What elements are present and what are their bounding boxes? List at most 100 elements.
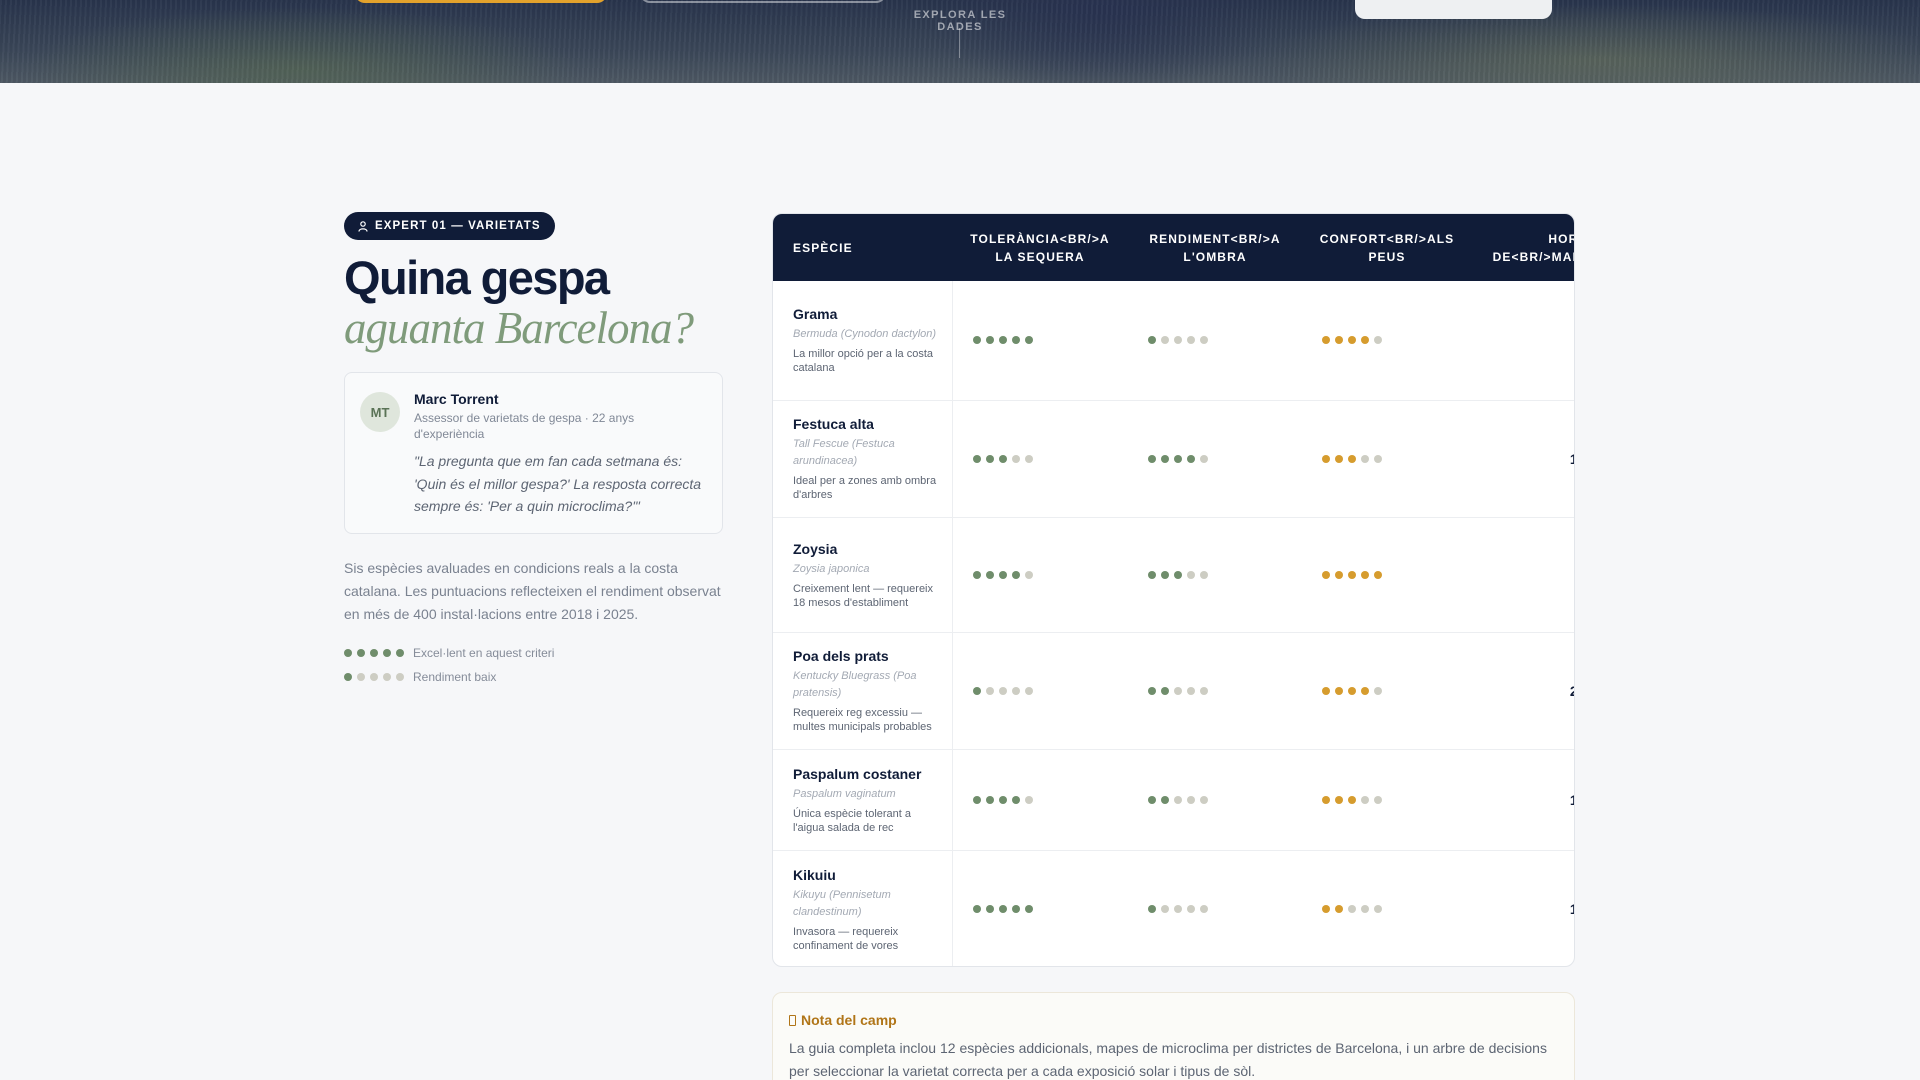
shade-cell bbox=[1128, 632, 1302, 750]
column-header-drought: Tolerància<br/>a la sequera bbox=[970, 231, 1110, 264]
rating-dot-empty bbox=[1361, 905, 1369, 914]
hero-secondary-button[interactable] bbox=[640, 0, 886, 3]
rating-dot-filled bbox=[1335, 686, 1343, 695]
rating-dot-filled bbox=[1024, 905, 1033, 914]
rating-dot-empty bbox=[998, 686, 1007, 695]
rating-dots bbox=[972, 454, 1129, 463]
species-latin-name: Tall Fescue (Festuca arundinacea) bbox=[793, 438, 895, 467]
rating-dot-empty bbox=[1174, 905, 1182, 914]
column-header-comfort: Confort<br/>als peus bbox=[1319, 231, 1455, 264]
rating-dots bbox=[344, 649, 404, 657]
rating-dot-empty bbox=[1348, 905, 1356, 914]
rating-dot-filled bbox=[1374, 570, 1382, 579]
hours-cell: 6–10 h bbox=[1472, 517, 1574, 633]
rating-dot-empty bbox=[1200, 336, 1208, 345]
rating-dot-filled bbox=[1335, 795, 1343, 804]
rating-dot-empty bbox=[1161, 905, 1169, 914]
rating-dot-empty bbox=[1011, 454, 1020, 463]
species-comparison-table: Espècie Tolerància<br/>a la sequera Rend… bbox=[772, 213, 1575, 967]
rating-dot-filled bbox=[1322, 905, 1330, 914]
rating-dot-filled bbox=[1348, 336, 1356, 345]
rating-dot-filled bbox=[1161, 454, 1169, 463]
rating-dot-empty bbox=[1361, 454, 1369, 463]
legend-row-low: Rendiment baix bbox=[344, 665, 554, 689]
hero-banner: EXPLORA LES DADES bbox=[0, 0, 1920, 83]
rating-dot-filled bbox=[1174, 570, 1182, 579]
species-note: Ideal per a zones amb ombra d'arbres bbox=[793, 475, 937, 501]
rating-dot-filled bbox=[357, 649, 365, 657]
drought-cell bbox=[952, 850, 1128, 966]
rating-dot-empty bbox=[1200, 686, 1208, 695]
rating-dot-filled bbox=[1148, 686, 1156, 695]
comfort-cell bbox=[1302, 632, 1472, 750]
column-header-hours: Hores de<br/>manteniment bbox=[1492, 231, 1574, 264]
note-icon bbox=[789, 1014, 796, 1026]
rating-dot-filled bbox=[1148, 454, 1156, 463]
hours-cell: 18–24 h bbox=[1472, 850, 1574, 966]
species-name: Grama bbox=[793, 306, 838, 323]
rating-dot-filled bbox=[1322, 570, 1330, 579]
expert-name: Marc Torrent bbox=[414, 391, 499, 407]
rating-dot-filled bbox=[1148, 795, 1156, 804]
field-note-body: La guia completa inclou 12 espècies addi… bbox=[789, 1040, 1547, 1079]
rating-dot-empty bbox=[1374, 336, 1382, 345]
rating-dot-filled bbox=[972, 336, 981, 345]
rating-dot-empty bbox=[985, 686, 994, 695]
rating-dots bbox=[1148, 570, 1302, 579]
rating-dot-empty bbox=[383, 673, 391, 681]
comfort-cell bbox=[1302, 281, 1472, 401]
person-icon bbox=[358, 220, 368, 232]
rating-dot-filled bbox=[1322, 336, 1330, 345]
species-note: Requereix reg excessiu — multes municipa… bbox=[793, 707, 932, 733]
intro-text: Sis espècies avaluades en condicions rea… bbox=[344, 560, 721, 622]
rating-dot-empty bbox=[1374, 686, 1382, 695]
rating-dots bbox=[1148, 905, 1302, 914]
rating-dot-empty bbox=[1024, 570, 1033, 579]
rating-dot-filled bbox=[1335, 905, 1343, 914]
rating-dot-filled bbox=[1335, 454, 1343, 463]
rating-dot-filled bbox=[972, 686, 981, 695]
species-name: Festuca alta bbox=[793, 416, 874, 432]
rating-dots bbox=[1322, 795, 1472, 804]
column-header-shade: Rendiment<br/>a l'ombra bbox=[1149, 231, 1281, 264]
rating-dots bbox=[972, 686, 1129, 695]
rating-dot-empty bbox=[1200, 454, 1208, 463]
legend-label: Rendiment baix bbox=[413, 670, 497, 684]
species-latin-name: Bermuda (Cynodon dactylon) bbox=[793, 328, 937, 341]
rating-dot-empty bbox=[1200, 795, 1208, 804]
rating-dot-filled bbox=[1361, 336, 1369, 345]
rating-dot-empty bbox=[1024, 454, 1033, 463]
drought-cell bbox=[952, 400, 1129, 518]
rating-dot-filled bbox=[1361, 570, 1369, 579]
expert-role: Assessor de varietats de gespa · 22 anys… bbox=[414, 411, 635, 441]
rating-dots bbox=[1322, 570, 1472, 579]
rating-dot-filled bbox=[1348, 795, 1356, 804]
rating-dot-filled bbox=[370, 649, 378, 657]
explore-data-link[interactable]: EXPLORA LES DADES bbox=[898, 9, 1022, 33]
species-cell: Kikuiu Kikuyu (Pennisetum clandestinum) … bbox=[773, 850, 953, 966]
badge-label: EXPERT 01 — VARIETATS bbox=[375, 220, 541, 232]
comfort-cell bbox=[1302, 400, 1472, 518]
page-subtitle: aguanta Barcelona? bbox=[344, 303, 694, 353]
species-cell: Festuca alta Tall Fescue (Festuca arundi… bbox=[773, 400, 953, 518]
drought-cell bbox=[952, 281, 1128, 401]
rating-dots bbox=[1322, 905, 1472, 914]
rating-dot-filled bbox=[998, 795, 1007, 804]
rating-dot-filled bbox=[1187, 454, 1195, 463]
rating-dots bbox=[1148, 686, 1302, 695]
rating-dot-filled bbox=[1161, 795, 1169, 804]
rating-dot-empty bbox=[1361, 795, 1369, 804]
rating-dot-filled bbox=[1161, 570, 1169, 579]
species-name: Kikuiu bbox=[793, 866, 836, 883]
field-note-title: Nota del camp bbox=[789, 1012, 897, 1028]
rating-dots bbox=[344, 673, 404, 681]
scroll-indicator-line bbox=[959, 28, 960, 58]
hours-cell: 14–18 h bbox=[1472, 400, 1574, 518]
rating-dot-filled bbox=[1011, 905, 1020, 914]
rating-dot-empty bbox=[1187, 905, 1195, 914]
rating-dots bbox=[972, 570, 1129, 579]
hero-primary-button[interactable] bbox=[355, 0, 607, 3]
rating-dot-filled bbox=[1322, 795, 1330, 804]
rating-dot-filled bbox=[1011, 336, 1020, 345]
column-header-species: Espècie bbox=[793, 240, 853, 255]
